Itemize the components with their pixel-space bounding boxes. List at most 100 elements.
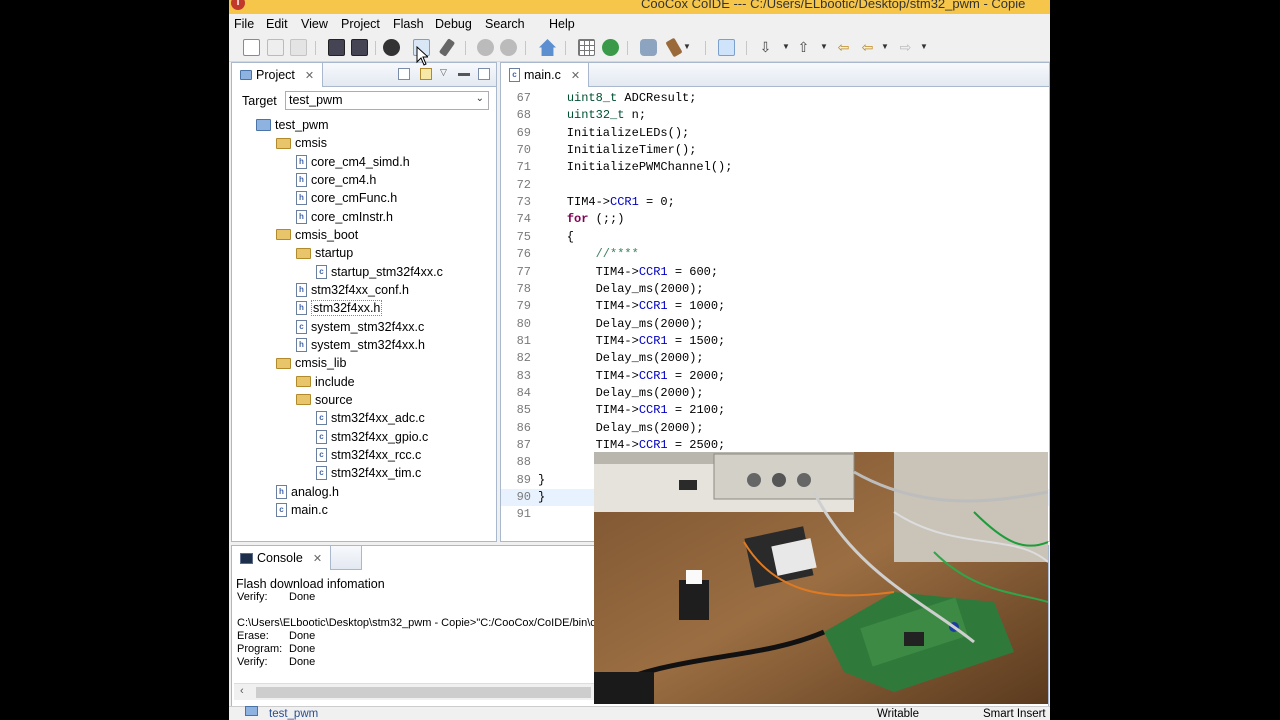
tree-file[interactable]: c stm32f4xx_rcc.c [316, 446, 421, 464]
home-icon[interactable] [539, 39, 556, 56]
console-line-value: Done [289, 591, 316, 603]
tree-file[interactable]: h stm32f4xx_conf.h [296, 281, 409, 299]
close-icon[interactable]: ✕ [571, 69, 580, 82]
tree-file[interactable]: h analog.h [276, 483, 339, 501]
tree-file[interactable]: h stm32f4xx.h [296, 299, 383, 317]
tree-file[interactable]: c startup_stm32f4xx.c [316, 263, 443, 281]
flash-erase-icon[interactable] [438, 38, 456, 57]
source-file-icon: h [296, 172, 307, 187]
target-select[interactable]: test_pwm ⌄ [285, 91, 489, 110]
code-line[interactable]: 74 for (;;) [501, 211, 1049, 228]
code-line[interactable]: 67 uint8_t ADCResult; [501, 90, 1049, 107]
build-icon[interactable] [328, 39, 345, 56]
prev-annotation-icon[interactable]: ⇧ [795, 39, 812, 56]
code-line[interactable]: 82 Delay_ms(2000); [501, 350, 1049, 367]
tab-main-c[interactable]: c main.c ✕ [501, 63, 590, 87]
chevron-down-icon[interactable]: ▼ [920, 42, 928, 51]
mouse-cursor-icon [416, 46, 428, 66]
code-line[interactable]: 76 //**** [501, 246, 1049, 263]
back-icon[interactable]: ⇦ [859, 39, 876, 56]
tools-icon[interactable] [665, 37, 683, 58]
tree-folder[interactable]: cmsis_lib [276, 354, 346, 372]
code-line[interactable]: 85 TIM4->CCR1 = 2100; [501, 402, 1049, 419]
minimize-icon[interactable] [458, 73, 470, 76]
collapse-all-icon[interactable] [398, 68, 410, 80]
tree-folder[interactable]: include [296, 373, 355, 391]
source-file-icon: h [296, 191, 307, 206]
chevron-down-icon[interactable]: ▼ [683, 42, 691, 51]
tree-file[interactable]: c stm32f4xx_adc.c [316, 409, 425, 427]
menu-project[interactable]: Project [341, 17, 380, 31]
debug-icon[interactable] [383, 39, 400, 56]
menu-help[interactable]: Help [549, 17, 575, 31]
peripheral-icon[interactable] [640, 39, 657, 56]
close-icon[interactable]: ✕ [305, 69, 314, 82]
close-icon[interactable]: ✕ [313, 552, 322, 565]
line-number: 84 [516, 385, 531, 400]
code-line[interactable]: 79 TIM4->CCR1 = 1000; [501, 298, 1049, 315]
code-line[interactable]: 83 TIM4->CCR1 = 2000; [501, 368, 1049, 385]
tree-file[interactable]: h core_cmFunc.h [296, 189, 397, 207]
code-line[interactable]: 81 TIM4->CCR1 = 1500; [501, 333, 1049, 350]
tree-folder[interactable]: cmsis_boot [276, 226, 358, 244]
configuration-icon[interactable] [477, 39, 494, 56]
component-icon[interactable] [578, 39, 595, 56]
tree-folder[interactable]: source [296, 391, 353, 409]
tree-file[interactable]: c stm32f4xx_gpio.c [316, 428, 428, 446]
code-line[interactable]: 75 { [501, 229, 1049, 246]
tree-file[interactable]: h system_stm32f4xx.h [296, 336, 425, 354]
highlight-pen-icon[interactable] [718, 39, 735, 56]
code-line[interactable]: 72 [501, 177, 1049, 194]
tree-file[interactable]: h core_cm4_simd.h [296, 153, 410, 171]
tree-folder[interactable]: startup [296, 244, 353, 262]
maximize-icon[interactable] [478, 68, 490, 80]
open-file-icon[interactable] [267, 39, 284, 56]
new-file-icon[interactable] [243, 39, 260, 56]
menu-search[interactable]: Search [485, 17, 525, 31]
status-project[interactable]: test_pwm [269, 708, 318, 720]
scroll-thumb[interactable] [256, 687, 591, 698]
tab-console[interactable]: Console ✕ [232, 546, 332, 570]
code-line[interactable]: 86 Delay_ms(2000); [501, 420, 1049, 437]
scroll-left-icon[interactable]: ‹ [240, 685, 244, 697]
save-icon[interactable] [290, 39, 307, 56]
tree-folder[interactable]: cmsis [276, 134, 327, 152]
view-menu-icon[interactable]: ▽ [440, 67, 447, 78]
menu-debug[interactable]: Debug [435, 17, 472, 31]
settings-icon[interactable] [500, 39, 517, 56]
code-line[interactable]: 80 Delay_ms(2000); [501, 316, 1049, 333]
tree-file[interactable]: h core_cm4.h [296, 171, 376, 189]
title-bar: i CooCox CoIDE --- C:/Users/ELbootic/Des… [229, 0, 1050, 14]
code-line[interactable]: 78 Delay_ms(2000); [501, 281, 1049, 298]
chevron-down-icon[interactable]: ▼ [881, 42, 889, 51]
folder-icon [296, 376, 311, 388]
last-edit-icon[interactable]: ⇦ [835, 39, 852, 56]
chevron-down-icon[interactable]: ▼ [820, 42, 828, 51]
link-editor-icon[interactable] [420, 68, 432, 80]
tab-project[interactable]: Project ✕ [232, 63, 324, 87]
tree-project[interactable]: test_pwm [256, 116, 329, 134]
code-line[interactable]: 68 uint32_t n; [501, 107, 1049, 124]
chevron-down-icon[interactable]: ▼ [782, 42, 790, 51]
code-line[interactable]: 84 Delay_ms(2000); [501, 385, 1049, 402]
menu-flash[interactable]: Flash [393, 17, 424, 31]
repository-icon[interactable] [602, 39, 619, 56]
code-line[interactable]: 77 TIM4->CCR1 = 600; [501, 264, 1049, 281]
tree-file[interactable]: c system_stm32f4xx.c [296, 318, 424, 336]
code-line[interactable]: 70 InitializeTimer(); [501, 142, 1049, 159]
tree-file[interactable]: c stm32f4xx_tim.c [316, 464, 421, 482]
forward-icon[interactable]: ⇨ [897, 39, 914, 56]
tree-file[interactable]: c main.c [276, 501, 328, 519]
next-annotation-icon[interactable]: ⇩ [757, 39, 774, 56]
line-number: 88 [516, 455, 531, 470]
code-line[interactable]: 73 TIM4->CCR1 = 0; [501, 194, 1049, 211]
tree-file[interactable]: h core_cmInstr.h [296, 208, 393, 226]
menu-view[interactable]: View [301, 17, 328, 31]
rebuild-icon[interactable] [351, 39, 368, 56]
code-line[interactable]: 71 InitializePWMChannel(); [501, 159, 1049, 176]
menu-bar: File Edit View Project Flash Debug Searc… [229, 14, 1050, 34]
line-number: 78 [516, 281, 531, 296]
menu-edit[interactable]: Edit [266, 17, 288, 31]
code-line[interactable]: 69 InitializeLEDs(); [501, 125, 1049, 142]
menu-file[interactable]: File [234, 17, 254, 31]
